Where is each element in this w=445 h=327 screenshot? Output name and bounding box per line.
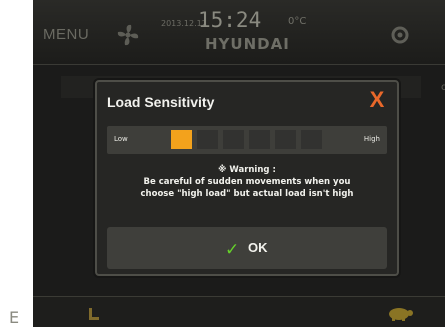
level-segment[interactable] (249, 130, 270, 149)
stage: MENU 2013.12.12 15:24 0°C HYUNDAI o E Lo… (0, 0, 445, 327)
level-low-label: Low (114, 135, 128, 143)
ok-button-label: OK (248, 240, 268, 255)
level-high-label: High (363, 135, 380, 143)
ok-button[interactable]: ✓ OK (107, 227, 387, 269)
load-level-selector[interactable]: Low High (107, 126, 387, 154)
warning-line-2: choose "high load" but actual load isn't… (140, 189, 354, 199)
background-text: on (441, 82, 445, 93)
close-icon[interactable]: X (365, 88, 389, 112)
warning-line-1: Be careful of sudden movements when you (143, 177, 351, 187)
warning-text: ※ Warning : Be careful of sudden movemen… (103, 164, 391, 200)
brand-logo: HYUNDAI (205, 35, 290, 53)
level-segment[interactable] (171, 130, 192, 149)
level-segment[interactable] (197, 130, 218, 149)
dialog-title: Load Sensitivity (107, 94, 215, 110)
operator-icon (89, 308, 99, 320)
warning-heading: ※ Warning : (218, 165, 276, 175)
clock-display: 15:24 (198, 8, 262, 32)
settings-icon[interactable] (389, 24, 411, 46)
menu-button[interactable]: MENU (43, 26, 89, 43)
level-segment[interactable] (275, 130, 296, 149)
load-sensitivity-dialog: Load Sensitivity X Low High ※ Warning : … (95, 80, 399, 276)
top-status-bar: MENU 2013.12.12 15:24 0°C HYUNDAI (33, 0, 445, 65)
mode-indicator: E (9, 308, 20, 327)
level-segment[interactable] (301, 130, 322, 149)
check-icon: ✓ (225, 240, 240, 260)
turtle-icon (389, 308, 413, 321)
level-segment[interactable] (223, 130, 244, 149)
fan-icon[interactable] (115, 22, 141, 48)
temperature-display: 0°C (288, 16, 307, 27)
